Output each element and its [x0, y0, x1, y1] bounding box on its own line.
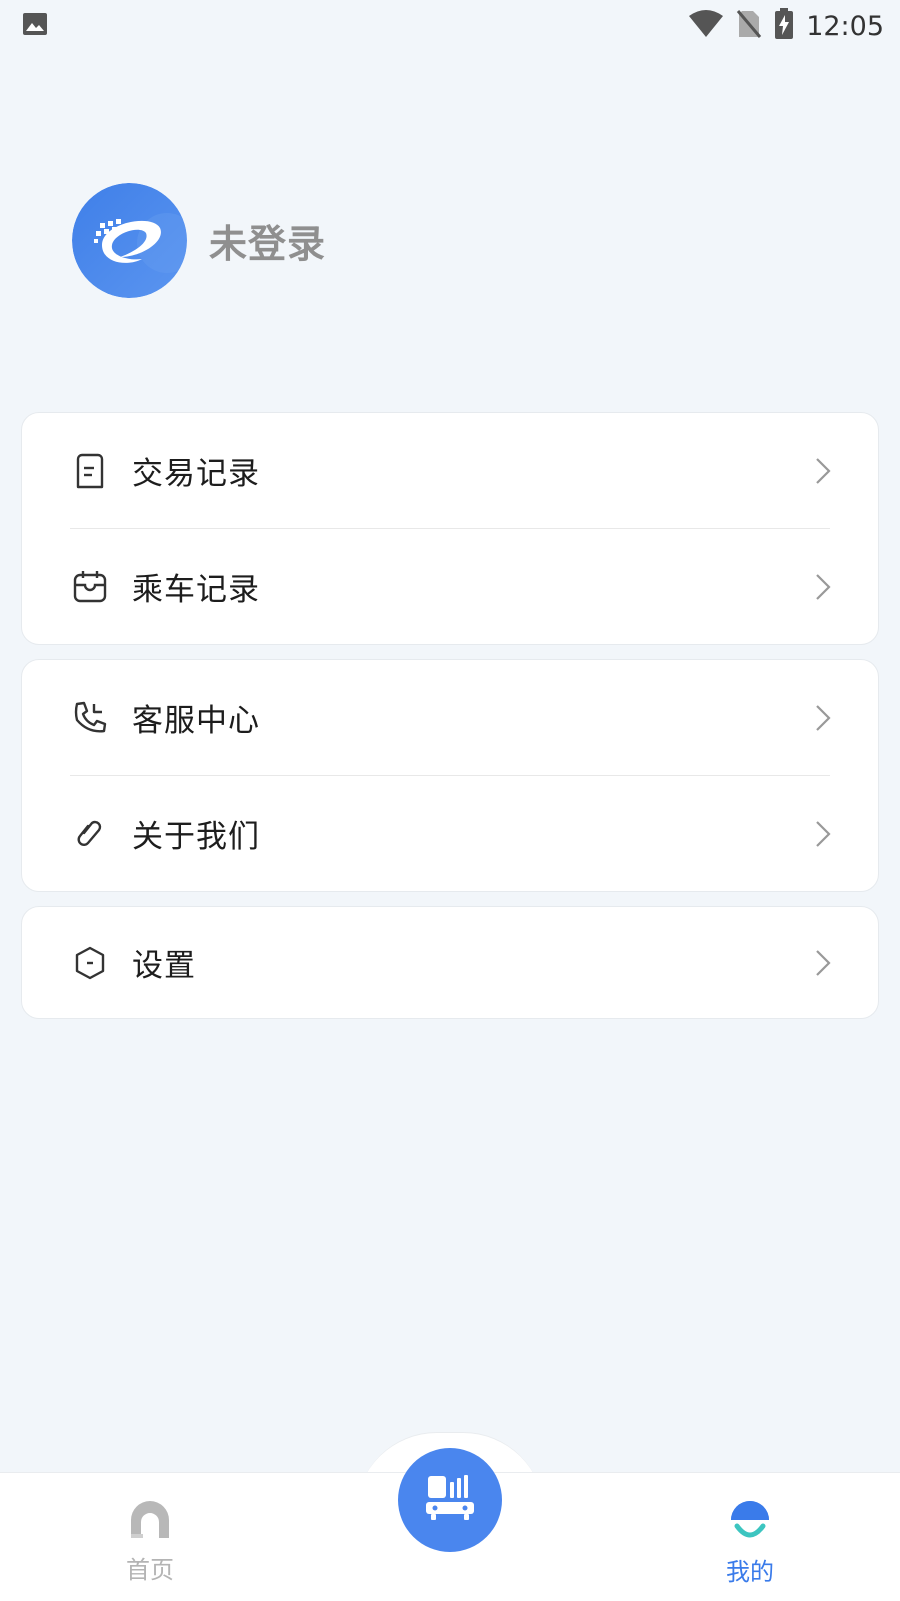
menu-item-ride-records[interactable]: 乘车记录 [22, 529, 878, 644]
menu-item-transactions[interactable]: 交易记录 [22, 413, 878, 528]
ride-ticket-icon [72, 569, 108, 605]
nav-home[interactable]: 首页 [90, 1500, 210, 1585]
nav-mine-label: 我的 [726, 1558, 774, 1586]
menu-item-about-us[interactable]: 关于我们 [22, 776, 878, 891]
no-sim-icon [736, 9, 762, 43]
receipt-icon [72, 453, 108, 489]
link-icon [72, 816, 108, 852]
chevron-right-icon [814, 948, 832, 978]
chevron-right-icon [814, 703, 832, 733]
nav-mine[interactable]: 我的 [690, 1500, 810, 1587]
status-bar: 12:05 [0, 0, 900, 50]
login-status[interactable]: 未登录 [209, 213, 326, 268]
menu-item-label: 交易记录 [132, 456, 260, 492]
records-card: 交易记录 乘车记录 [21, 412, 879, 645]
settings-hexagon-icon [72, 945, 108, 981]
menu-item-label: 乘车记录 [132, 572, 260, 608]
chevron-right-icon [814, 456, 832, 486]
settings-card: 设置 [21, 906, 879, 1019]
status-time: 12:05 [806, 10, 884, 42]
support-card: 客服中心 关于我们 [21, 659, 879, 892]
menu-item-settings[interactable]: 设置 [22, 907, 878, 1018]
phone-icon [72, 700, 108, 736]
image-icon [22, 12, 48, 40]
avatar[interactable] [72, 183, 187, 298]
menu-item-label: 设置 [132, 948, 196, 984]
battery-charging-icon [774, 8, 794, 44]
profile-header[interactable]: 未登录 [72, 183, 326, 298]
chevron-right-icon [814, 819, 832, 849]
chevron-right-icon [814, 572, 832, 602]
bus-qr-button[interactable] [398, 1448, 502, 1552]
menu-item-label: 关于我们 [132, 819, 260, 855]
nav-home-label: 首页 [126, 1556, 174, 1584]
wifi-icon [688, 10, 724, 42]
home-icon [129, 1501, 171, 1544]
bus-qr-icon [425, 1474, 475, 1526]
menu-item-customer-service[interactable]: 客服中心 [22, 660, 878, 775]
mine-icon [729, 1501, 771, 1546]
menu-item-label: 客服中心 [132, 703, 260, 739]
